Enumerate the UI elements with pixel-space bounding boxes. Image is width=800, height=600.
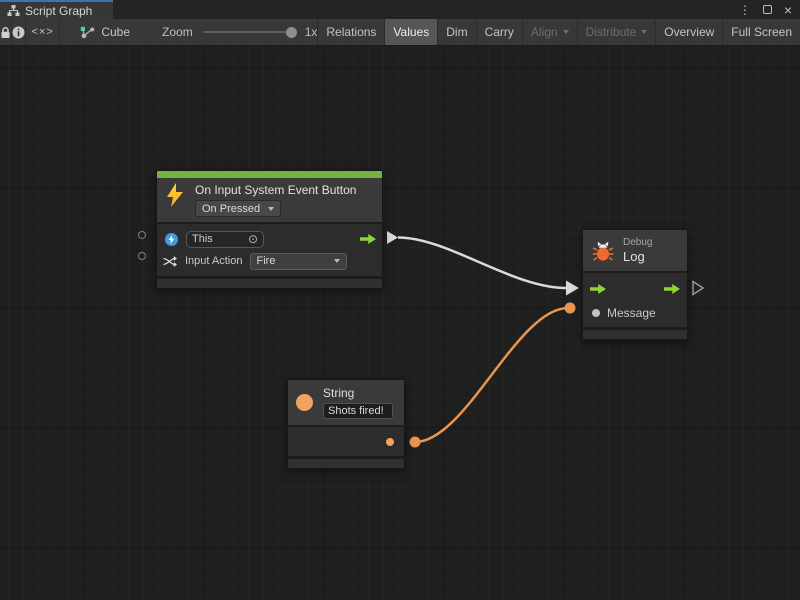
node-debug-log[interactable]: Debug Log Message <box>582 229 688 340</box>
tab-bar: Script Graph ⋮ × <box>0 0 800 19</box>
string-node-title: String <box>323 386 393 400</box>
event-node-title: On Input System Event Button <box>195 183 356 197</box>
chevron-down-icon <box>563 30 569 34</box>
string-type-icon <box>296 394 313 411</box>
graph-target-icon <box>80 26 95 39</box>
unity-script-graph-window: Script Graph ⋮ × <×> <box>0 0 800 600</box>
event-node-header: On Input System Event Button On Pressed <box>157 178 382 222</box>
zoom-slider-handle[interactable] <box>286 27 297 38</box>
string-value-field[interactable]: Shots fired! <box>323 403 393 419</box>
exec-output-port-empty[interactable] <box>693 282 703 295</box>
control-input-arrowhead <box>566 281 579 296</box>
toolbar-right-group: Relations Values Dim Carry Align Distrib… <box>317 19 800 45</box>
event-accent-bar <box>157 171 382 178</box>
debug-node-body: Message <box>583 271 687 327</box>
value-wire-start-dot[interactable] <box>410 437 421 448</box>
relations-button[interactable]: Relations <box>317 19 384 45</box>
overview-button[interactable]: Overview <box>655 19 722 45</box>
values-button[interactable]: Values <box>384 19 437 45</box>
graph-target[interactable]: Cube <box>80 19 130 45</box>
zoom-slider[interactable] <box>203 31 296 33</box>
input-action-icon <box>163 255 177 268</box>
lock-button[interactable] <box>0 19 12 45</box>
this-object-field[interactable]: This ⊙ <box>186 231 264 248</box>
input-action-row: Input Action Fire <box>163 251 376 271</box>
this-row: This ⊙ <box>163 229 376 249</box>
tab-script-graph[interactable]: Script Graph <box>0 0 113 19</box>
node-string-literal[interactable]: String Shots fired! <box>287 379 405 469</box>
value-connection-wire[interactable] <box>415 308 568 442</box>
graph-toolbar: <×> Cube Zoom 1x Relations Values Dim Ca… <box>0 19 800 46</box>
close-icon[interactable]: × <box>784 3 792 17</box>
debug-node-header: Debug Log <box>583 230 687 271</box>
info-button[interactable] <box>12 19 26 45</box>
tab-title: Script Graph <box>25 4 92 18</box>
fullscreen-button[interactable]: Full Screen <box>722 19 800 45</box>
input-action-label: Input Action <box>185 255 243 267</box>
code-preview-button[interactable]: <×> <box>26 19 60 45</box>
zoom-control: Zoom 1x <box>162 19 317 45</box>
kebab-menu-icon[interactable]: ⋮ <box>739 4 751 16</box>
this-input-port[interactable] <box>138 231 146 239</box>
zoom-label: Zoom <box>162 25 193 39</box>
zoom-value: 1x <box>305 25 318 39</box>
message-row: Message <box>590 305 680 321</box>
exit-output-port[interactable] <box>664 284 680 294</box>
info-icon <box>12 26 25 39</box>
debug-node-footer <box>583 327 687 339</box>
control-output-triangle[interactable] <box>387 231 398 244</box>
graph-target-label: Cube <box>101 25 130 39</box>
enter-input-port[interactable] <box>590 284 606 294</box>
carry-button[interactable]: Carry <box>476 19 522 45</box>
chevron-down-icon <box>268 207 274 211</box>
object-picker-icon: ⊙ <box>248 233 258 245</box>
trigger-output-port[interactable] <box>360 234 376 244</box>
lock-icon <box>0 26 11 39</box>
window-controls: ⋮ × <box>739 0 800 19</box>
debug-node-category: Debug <box>623 237 652 249</box>
value-wire-end-dot[interactable] <box>565 303 576 314</box>
event-node-body: This ⊙ Input Action <box>157 222 382 276</box>
string-node-body <box>288 425 404 456</box>
code-preview-icon: <×> <box>32 26 54 38</box>
input-action-input-port[interactable] <box>138 252 146 260</box>
script-graph-icon <box>7 5 20 16</box>
node-on-input-system-event-button[interactable]: On Input System Event Button On Pressed … <box>156 170 383 289</box>
chevron-down-icon <box>641 30 647 34</box>
input-action-dropdown[interactable]: Fire <box>250 253 347 270</box>
event-mode-dropdown[interactable]: On Pressed <box>195 200 281 217</box>
bug-icon <box>592 241 614 261</box>
dim-button[interactable]: Dim <box>437 19 475 45</box>
graph-canvas[interactable]: On Input System Event Button On Pressed … <box>0 47 800 600</box>
message-label: Message <box>607 306 656 320</box>
align-button[interactable]: Align <box>522 19 577 45</box>
player-input-icon <box>165 233 178 246</box>
lightning-bolt-icon <box>165 183 185 207</box>
message-input-port[interactable] <box>592 309 600 317</box>
control-connection-wire[interactable] <box>398 238 566 289</box>
maximize-icon[interactable] <box>763 5 772 14</box>
string-node-footer <box>288 456 404 468</box>
chevron-down-icon <box>334 259 340 263</box>
string-node-header: String Shots fired! <box>288 380 404 425</box>
debug-exec-row <box>590 282 680 296</box>
event-node-footer <box>157 276 382 288</box>
debug-node-title: Log <box>623 249 652 264</box>
distribute-button[interactable]: Distribute <box>577 19 656 45</box>
string-output-port[interactable] <box>386 438 394 446</box>
